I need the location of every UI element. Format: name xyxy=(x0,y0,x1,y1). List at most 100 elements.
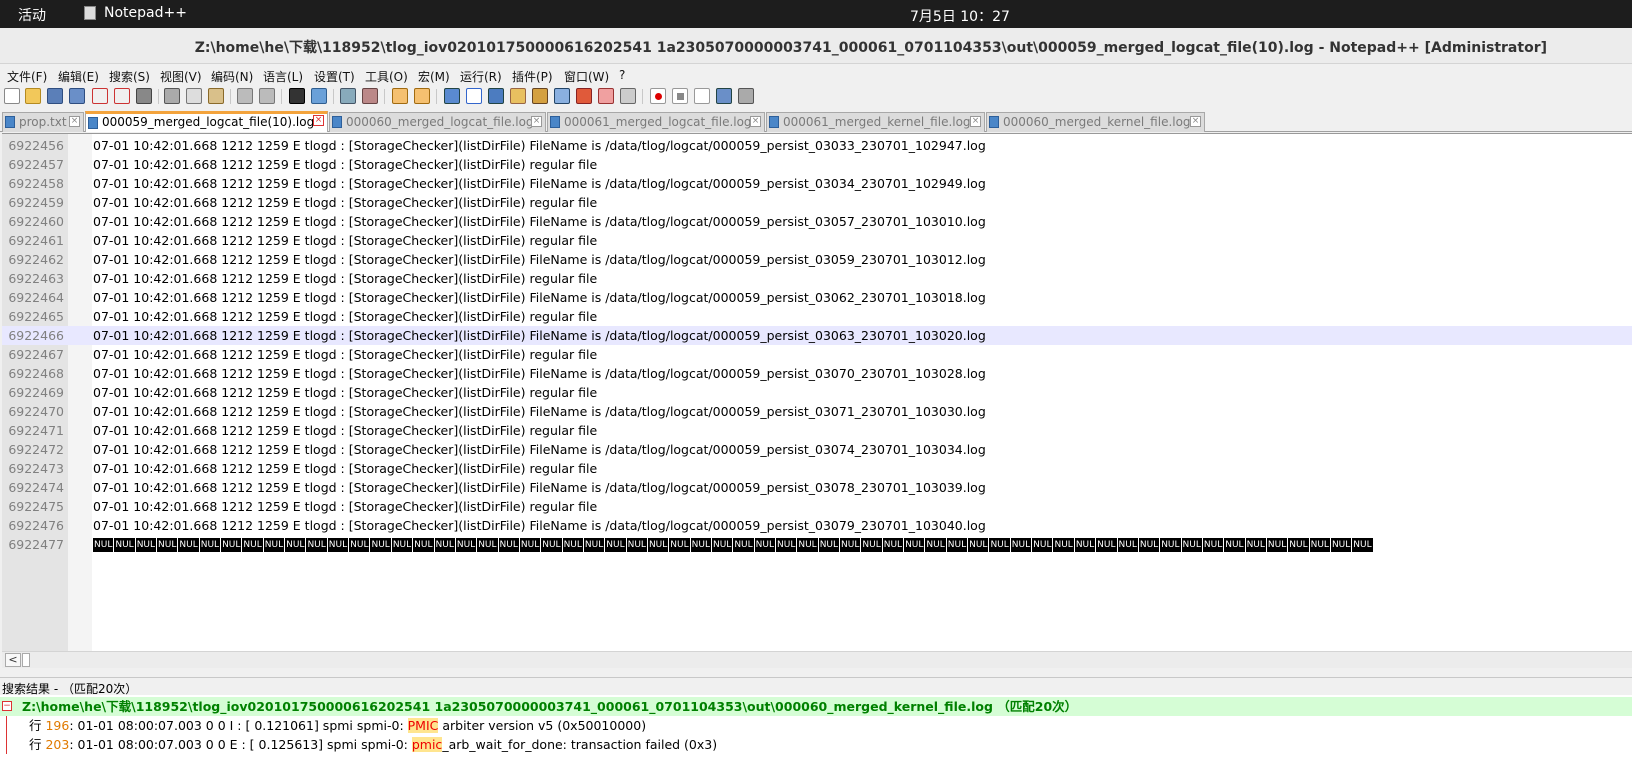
editor-line[interactable]: 6922469 07-01 10:42:01.668 1212 1259 E tl… xyxy=(2,383,1632,402)
copy-icon[interactable] xyxy=(186,88,202,104)
tab-close-icon[interactable]: × xyxy=(750,116,761,127)
menu-edit[interactable]: 编辑(E) xyxy=(58,68,99,85)
horizontal-scrollbar[interactable]: < xyxy=(2,651,1632,668)
tab-close-icon[interactable]: × xyxy=(1190,116,1201,127)
collapse-icon[interactable]: − xyxy=(2,701,12,711)
search-result-line[interactable]: 行 196: 01-01 08:00:07.003 0 0 I : [ 0.12… xyxy=(0,716,1632,735)
editor-lines[interactable]: 6922456 07-01 10:42:01.668 1212 1259 E tl… xyxy=(2,136,1632,554)
record-macro-icon[interactable] xyxy=(650,88,666,104)
line-text[interactable]: 07-01 10:42:01.668 1212 1259 E tlogd : [… xyxy=(93,269,597,288)
window-title-bar[interactable]: Z:\home\he\下载\118952\tlog_iov02010175000… xyxy=(0,28,1632,64)
zoom-out-icon[interactable] xyxy=(362,88,378,104)
editor-line[interactable]: 6922467 07-01 10:42:01.668 1212 1259 E tl… xyxy=(2,345,1632,364)
line-text[interactable]: 07-01 10:42:01.668 1212 1259 E tlogd : [… xyxy=(93,288,986,307)
editor-line[interactable]: 6922472 07-01 10:42:01.668 1212 1259 E tl… xyxy=(2,440,1632,459)
tab-000059-merged-logcat-file-10[interactable]: 000059_merged_logcat_file(10).log × xyxy=(85,111,328,132)
eye-icon[interactable] xyxy=(620,88,636,104)
editor-line[interactable]: 6922457 07-01 10:42:01.668 1212 1259 E tl… xyxy=(2,155,1632,174)
menu-settings[interactable]: 设置(T) xyxy=(314,68,355,85)
line-text[interactable]: 07-01 10:42:01.668 1212 1259 E tlogd : [… xyxy=(93,136,986,155)
search-results-panel[interactable]: − Z:\home\he\下载\118952\tlog_iov020101750… xyxy=(0,695,1632,759)
line-text[interactable]: 07-01 10:42:01.668 1212 1259 E tlogd : [… xyxy=(93,516,986,535)
tab-close-icon[interactable]: × xyxy=(970,116,981,127)
editor-line[interactable]: 6922474 07-01 10:42:01.668 1212 1259 E tl… xyxy=(2,478,1632,497)
line-text[interactable]: 07-01 10:42:01.668 1212 1259 E tlogd : [… xyxy=(93,497,597,516)
editor-line[interactable]: 6922456 07-01 10:42:01.668 1212 1259 E tl… xyxy=(2,136,1632,155)
stop-macro-icon[interactable] xyxy=(672,88,688,104)
tab-close-icon[interactable]: × xyxy=(69,116,80,127)
line-text[interactable]: 07-01 10:42:01.668 1212 1259 E tlogd : [… xyxy=(93,440,986,459)
sync-vertical-icon[interactable] xyxy=(392,88,408,104)
tab-000061-merged-logcat-file[interactable]: 000061_merged_logcat_file.log × xyxy=(547,112,765,132)
line-text[interactable]: 07-01 10:42:01.668 1212 1259 E tlogd : [… xyxy=(93,307,597,326)
sync-horizontal-icon[interactable] xyxy=(414,88,430,104)
udl-icon[interactable] xyxy=(510,88,526,104)
line-text[interactable]: 07-01 10:42:01.668 1212 1259 E tlogd : [… xyxy=(93,478,986,497)
line-text[interactable]: 07-01 10:42:01.668 1212 1259 E tlogd : [… xyxy=(93,174,986,193)
undo-icon[interactable] xyxy=(237,88,253,104)
tab-000060-merged-kernel-file[interactable]: 000060_merged_kernel_file.log × xyxy=(986,112,1205,132)
redo-icon[interactable] xyxy=(259,88,275,104)
editor-line[interactable]: 6922465 07-01 10:42:01.668 1212 1259 E tl… xyxy=(2,307,1632,326)
zoom-in-icon[interactable] xyxy=(340,88,356,104)
line-text[interactable]: 07-01 10:42:01.668 1212 1259 E tlogd : [… xyxy=(93,231,597,250)
play-macro-icon[interactable] xyxy=(694,88,710,104)
editor-line[interactable]: 6922470 07-01 10:42:01.668 1212 1259 E tl… xyxy=(2,402,1632,421)
nul-chars[interactable]: NUL NUL NUL NUL NUL NUL NUL NUL NUL NUL NUL NUL NUL N… xyxy=(93,538,1632,552)
search-result-line[interactable]: 行 203: 01-01 08:00:07.003 0 0 E : [ 0.12… xyxy=(0,735,1632,754)
editor-line[interactable]: 6922476 07-01 10:42:01.668 1212 1259 E tl… xyxy=(2,516,1632,535)
line-text[interactable]: 07-01 10:42:01.668 1212 1259 E tlogd : [… xyxy=(93,212,986,231)
activities-button[interactable]: 活动 xyxy=(18,5,46,25)
menu-run[interactable]: 运行(R) xyxy=(460,68,502,85)
menu-plugins[interactable]: 插件(P) xyxy=(512,68,553,85)
tab-close-icon[interactable]: × xyxy=(531,116,542,127)
indent-guide-icon[interactable] xyxy=(488,88,504,104)
run-macro-multiple-icon[interactable] xyxy=(716,88,732,104)
scroll-left-arrow-icon[interactable]: < xyxy=(5,653,21,667)
menu-view[interactable]: 视图(V) xyxy=(160,68,202,85)
scrollbar-thumb[interactable] xyxy=(22,653,30,667)
app-menu-button[interactable]: Notepad++ xyxy=(84,5,187,21)
line-text[interactable]: 07-01 10:42:01.668 1212 1259 E tlogd : [… xyxy=(93,459,597,478)
line-text[interactable]: 07-01 10:42:01.668 1212 1259 E tlogd : [… xyxy=(93,250,986,269)
menu-help[interactable]: ? xyxy=(619,68,625,82)
editor-line[interactable]: 6922458 07-01 10:42:01.668 1212 1259 E tl… xyxy=(2,174,1632,193)
line-text[interactable]: 07-01 10:42:01.668 1212 1259 E tlogd : [… xyxy=(93,193,597,212)
tab-close-icon[interactable]: × xyxy=(313,115,324,126)
editor-line[interactable]: 6922475 07-01 10:42:01.668 1212 1259 E tl… xyxy=(2,497,1632,516)
open-file-icon[interactable] xyxy=(25,88,41,104)
tab-000061-merged-kernel-file[interactable]: 000061_merged_kernel_file.log × xyxy=(766,112,985,132)
editor-line[interactable]: 6922466 07-01 10:42:01.668 1212 1259 E tl… xyxy=(2,326,1632,345)
find-icon[interactable] xyxy=(289,88,305,104)
editor-line[interactable]: 6922460 07-01 10:42:01.668 1212 1259 E tl… xyxy=(2,212,1632,231)
close-all-icon[interactable] xyxy=(114,88,130,104)
line-text[interactable]: 07-01 10:42:01.668 1212 1259 E tlogd : [… xyxy=(93,345,597,364)
cut-icon[interactable] xyxy=(164,88,180,104)
new-file-icon[interactable] xyxy=(4,88,20,104)
monitoring-icon[interactable] xyxy=(598,88,614,104)
editor-line[interactable]: 6922473 07-01 10:42:01.668 1212 1259 E tl… xyxy=(2,459,1632,478)
editor-line[interactable]: 6922461 07-01 10:42:01.668 1212 1259 E tl… xyxy=(2,231,1632,250)
print-icon[interactable] xyxy=(136,88,152,104)
line-text[interactable]: 07-01 10:42:01.668 1212 1259 E tlogd : [… xyxy=(93,402,986,421)
menu-window[interactable]: 窗口(W) xyxy=(564,68,609,85)
doc-map-icon[interactable] xyxy=(532,88,548,104)
editor-line[interactable]: 6922463 07-01 10:42:01.668 1212 1259 E tl… xyxy=(2,269,1632,288)
search-result-file[interactable]: − Z:\home\he\下载\118952\tlog_iov020101750… xyxy=(0,697,1632,716)
editor-line[interactable]: 6922464 07-01 10:42:01.668 1212 1259 E tl… xyxy=(2,288,1632,307)
tab-prop-txt[interactable]: prop.txt × xyxy=(2,112,84,132)
word-wrap-icon[interactable] xyxy=(444,88,460,104)
show-all-chars-icon[interactable] xyxy=(466,88,482,104)
function-list-icon[interactable] xyxy=(554,88,570,104)
editor-line-nul[interactable]: 6922477 NUL NUL NUL NUL NUL NUL NUL NUL NUL NUL NUL… xyxy=(2,535,1632,554)
save-all-icon[interactable] xyxy=(69,88,85,104)
line-text[interactable]: 07-01 10:42:01.668 1212 1259 E tlogd : [… xyxy=(93,421,597,440)
line-text[interactable]: 07-01 10:42:01.668 1212 1259 E tlogd : [… xyxy=(93,383,597,402)
editor-line[interactable]: 6922471 07-01 10:42:01.668 1212 1259 E tl… xyxy=(2,421,1632,440)
editor-pane[interactable]: 6922456 07-01 10:42:01.668 1212 1259 E tl… xyxy=(2,133,1632,652)
close-icon[interactable] xyxy=(92,88,108,104)
line-text[interactable]: 07-01 10:42:01.668 1212 1259 E tlogd : [… xyxy=(93,326,986,345)
menu-tools[interactable]: 工具(O) xyxy=(365,68,408,85)
clock[interactable]: 7月5日 10：27 xyxy=(910,6,1010,26)
folder-workspace-icon[interactable] xyxy=(576,88,592,104)
